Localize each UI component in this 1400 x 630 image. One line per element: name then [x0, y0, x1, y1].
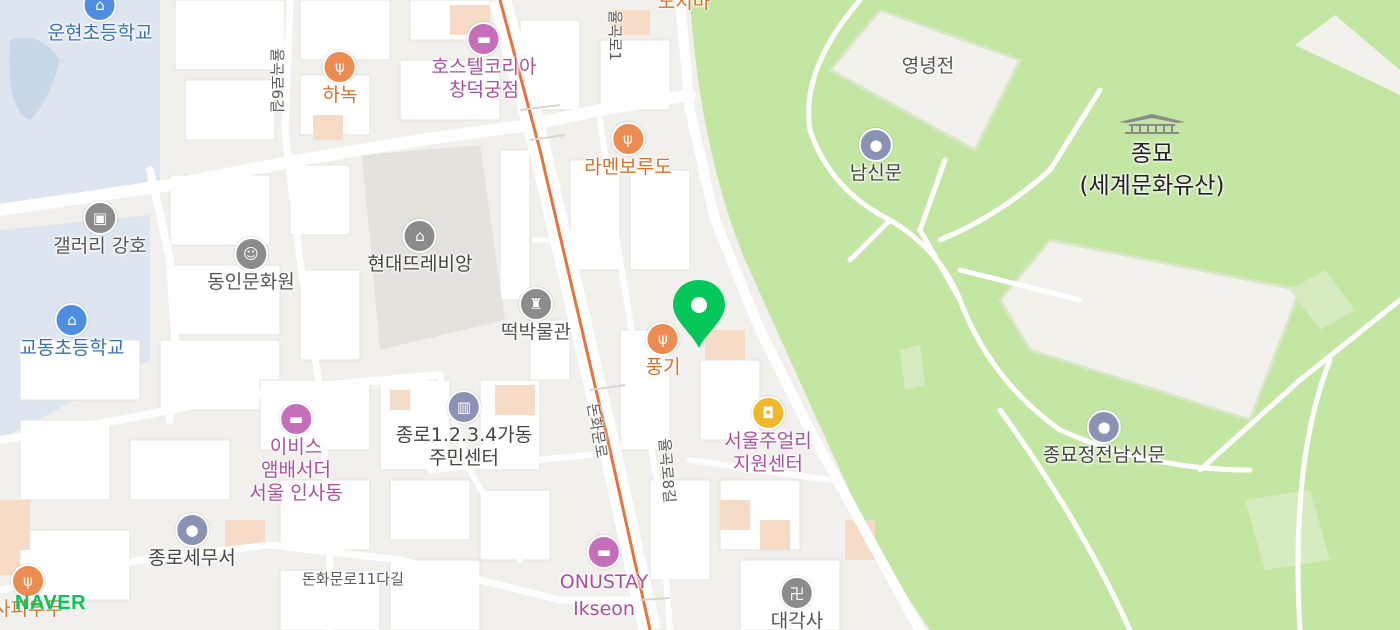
- school-icon: ⌂: [54, 303, 89, 337]
- map-pin-icon[interactable]: [671, 278, 727, 350]
- poi-undong-school[interactable]: ⌂ 운현초등학교: [48, 0, 152, 45]
- building-icon: ⌂: [402, 219, 437, 253]
- poi-hostel-korea[interactable]: ▬ 호스텔코리아 창덕궁점: [432, 22, 536, 102]
- road-label-donhwamun-11da: 돈화문로11다길: [302, 570, 404, 588]
- road-label-yulgok-1: 율곡로1: [605, 10, 624, 61]
- school-icon: ⌂: [82, 0, 117, 22]
- jongmyo-landmark[interactable]: [1117, 113, 1187, 135]
- poi-hyundai-trebiang[interactable]: ⌂ 현대뜨레비앙: [368, 219, 472, 276]
- poi-seoul-jewelry-center[interactable]: ◘ 서울주얼리 지원센터: [724, 396, 812, 476]
- map-canvas[interactable]: 종묘 (세계문화유산) ⌂ 운현초등학교 ψ 하녹 ▬ 호스텔코리아 창덕궁점 …: [0, 0, 1400, 630]
- landmark-name: 종묘: [1130, 141, 1174, 167]
- poi-namsinmun[interactable]: ● 남신문: [850, 128, 902, 185]
- poi-jongmyo-jeongjeon-namsinmun[interactable]: ● 종묘정전남신문: [1043, 410, 1165, 467]
- bed-icon: ▬: [466, 22, 501, 56]
- poi-onustay-ikseon[interactable]: ▬ ONUSTAY Ikseon: [560, 535, 648, 623]
- label-yeongnyeongjeon: 영녕전: [901, 55, 955, 77]
- circle-icon: ●: [858, 128, 893, 162]
- poi-jongro-tax-office[interactable]: ● 종로세무서: [148, 513, 236, 570]
- swastika-icon: 卍: [779, 576, 814, 610]
- label-partial-top: 도지마: [657, 0, 711, 13]
- poi-ramen-boruto[interactable]: ψ 라멘보루도: [584, 122, 672, 179]
- bed-icon: ▬: [587, 535, 621, 569]
- fork-knife-icon: ψ: [611, 122, 645, 156]
- government-icon: ▥: [447, 390, 481, 424]
- landmark-subtitle: (세계문화유산): [1079, 173, 1225, 199]
- naver-logo: NAVER: [15, 592, 87, 614]
- temple-roof-icon: [1117, 113, 1187, 135]
- circle-icon: ●: [1087, 410, 1121, 444]
- poi-jongro-community-center[interactable]: ▥ 종로1.2.3.4가동 주민센터: [396, 390, 532, 470]
- circle-icon: ●: [175, 513, 209, 547]
- poi-tteok-museum[interactable]: ♜ 떡박물관: [501, 287, 571, 344]
- jongmyo-label: 종묘 (세계문화유산): [1080, 138, 1225, 202]
- road-label-yulgok-6: 율곡로6길: [267, 48, 286, 113]
- museum-icon: ♜: [518, 287, 553, 321]
- poi-ibis-ambassador[interactable]: ▬ 이비스 앰배서더 서울 인사동: [249, 402, 343, 505]
- poi-gallery-kangho[interactable]: ▣ 갤러리 강호: [53, 201, 147, 258]
- fork-knife-icon: ψ: [323, 50, 357, 84]
- bed-icon: ▬: [278, 402, 313, 436]
- poi-gyodong-school[interactable]: ⌂ 교동초등학교: [20, 303, 124, 360]
- poi-hanok[interactable]: ψ 하녹: [323, 50, 357, 107]
- shopping-bag-icon: ◘: [751, 396, 785, 430]
- poi-daegaksa[interactable]: 卍 대각사: [771, 576, 823, 630]
- mask-icon: ☺: [234, 237, 268, 271]
- poi-dongin-center[interactable]: ☺ 동인문화원: [207, 237, 295, 294]
- picture-icon: ▣: [82, 201, 117, 235]
